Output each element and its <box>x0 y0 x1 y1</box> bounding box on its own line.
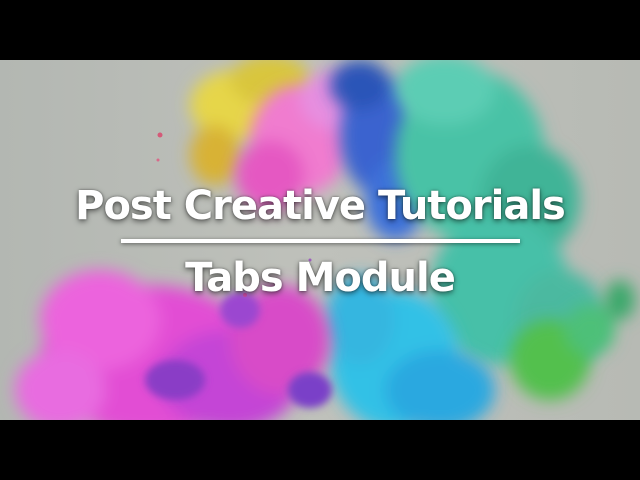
video-frame: Post Creative Tutorials Tabs Module <box>0 0 640 480</box>
video-subtitle: Tabs Module <box>185 255 456 301</box>
letterbox-bottom <box>0 420 640 480</box>
video-title: Post Creative Tutorials <box>75 183 566 229</box>
title-divider <box>121 239 520 243</box>
title-overlay: Post Creative Tutorials Tabs Module <box>0 60 640 420</box>
letterbox-top <box>0 0 640 60</box>
